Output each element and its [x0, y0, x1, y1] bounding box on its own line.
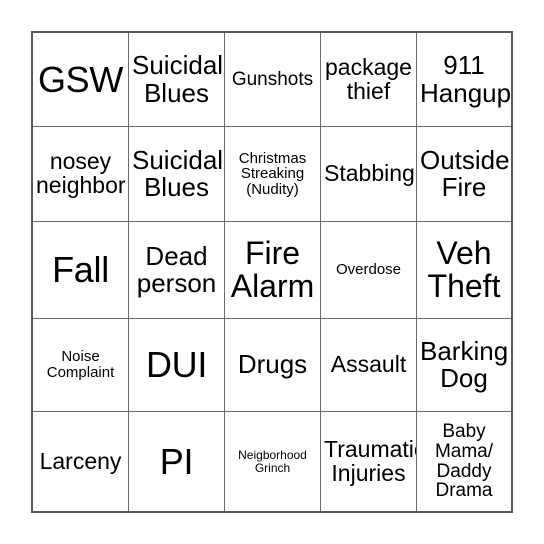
bingo-cell-label: Noise Complaint [46, 348, 115, 381]
bingo-cell-label: GSW [37, 58, 124, 100]
bingo-cell-label: nosey neighbor [36, 148, 126, 198]
bingo-cell-label: 911 Hangup [420, 50, 511, 108]
bingo-cell[interactable]: Larceny [33, 412, 129, 511]
bingo-cell-label: Christmas Streaking (Nudity) [238, 149, 307, 198]
bingo-cell[interactable]: GSW [33, 33, 129, 127]
bingo-card-grid: GSW Suicidal Blues Gunshots package thief 91… [31, 31, 513, 513]
bingo-cell[interactable]: PI [129, 412, 225, 511]
bingo-cell[interactable]: Drugs [225, 319, 321, 412]
bingo-cell[interactable]: Dead person [129, 222, 225, 319]
bingo-cell[interactable]: nosey neighbor [33, 127, 129, 222]
bingo-cell-label: Overdose [335, 261, 402, 279]
bingo-cell[interactable]: Gunshots [225, 33, 321, 127]
bingo-cell[interactable]: 911 Hangup [417, 33, 511, 127]
bingo-cell[interactable]: Suicidal Blues [129, 33, 225, 127]
bingo-cell-label: PI [159, 440, 194, 482]
bingo-cell[interactable]: DUI [129, 319, 225, 412]
bingo-cell-label: Baby Mama/ Daddy Drama [434, 421, 494, 502]
bingo-cell-label: Assault [330, 351, 407, 378]
bingo-cell-label: Barking Dog [420, 335, 509, 393]
bingo-cell[interactable]: Assault [321, 319, 417, 412]
bingo-cell-label: Veh Theft [427, 234, 501, 304]
bingo-cell-label: Stabbing [324, 160, 415, 187]
bingo-cell[interactable]: Neigborhood Grinch [225, 412, 321, 511]
bingo-cell-label: Suicidal Blues [132, 144, 224, 202]
bingo-cell-label: Outside Fire [420, 144, 510, 202]
bingo-cell[interactable]: Fall [33, 222, 129, 319]
bingo-cell-label: Larceny [39, 447, 122, 474]
bingo-cell-label: Traumatic Injuries [324, 435, 417, 486]
bingo-cell-label: Fall [52, 249, 109, 291]
bingo-cell-label: Gunshots [231, 68, 314, 90]
bingo-cell[interactable]: Veh Theft [417, 222, 511, 319]
bingo-cell-label: Neigborhood Grinch [238, 448, 307, 475]
bingo-cell-label: Dead person [136, 240, 217, 298]
bingo-cell[interactable]: Barking Dog [417, 319, 511, 412]
bingo-cell[interactable]: Fire Alarm [225, 222, 321, 319]
bingo-cell[interactable]: Noise Complaint [33, 319, 129, 412]
bingo-cell-label: DUI [145, 344, 208, 386]
bingo-cell[interactable]: Christmas Streaking (Nudity) [225, 127, 321, 222]
bingo-cell[interactable]: Suicidal Blues [129, 127, 225, 222]
bingo-cell[interactable]: package thief [321, 33, 417, 127]
bingo-cell-label: Drugs [237, 349, 308, 380]
bingo-cell[interactable]: Overdose [321, 222, 417, 319]
bingo-cell-label: Fire Alarm [230, 234, 315, 304]
bingo-cell[interactable]: Traumatic Injuries [321, 412, 417, 511]
bingo-cell[interactable]: Stabbing [321, 127, 417, 222]
bingo-cell[interactable]: Outside Fire [417, 127, 511, 222]
bingo-cell-label: package thief [325, 53, 412, 104]
bingo-cell[interactable]: Baby Mama/ Daddy Drama [417, 412, 511, 511]
bingo-cell-label: Suicidal Blues [132, 50, 224, 108]
